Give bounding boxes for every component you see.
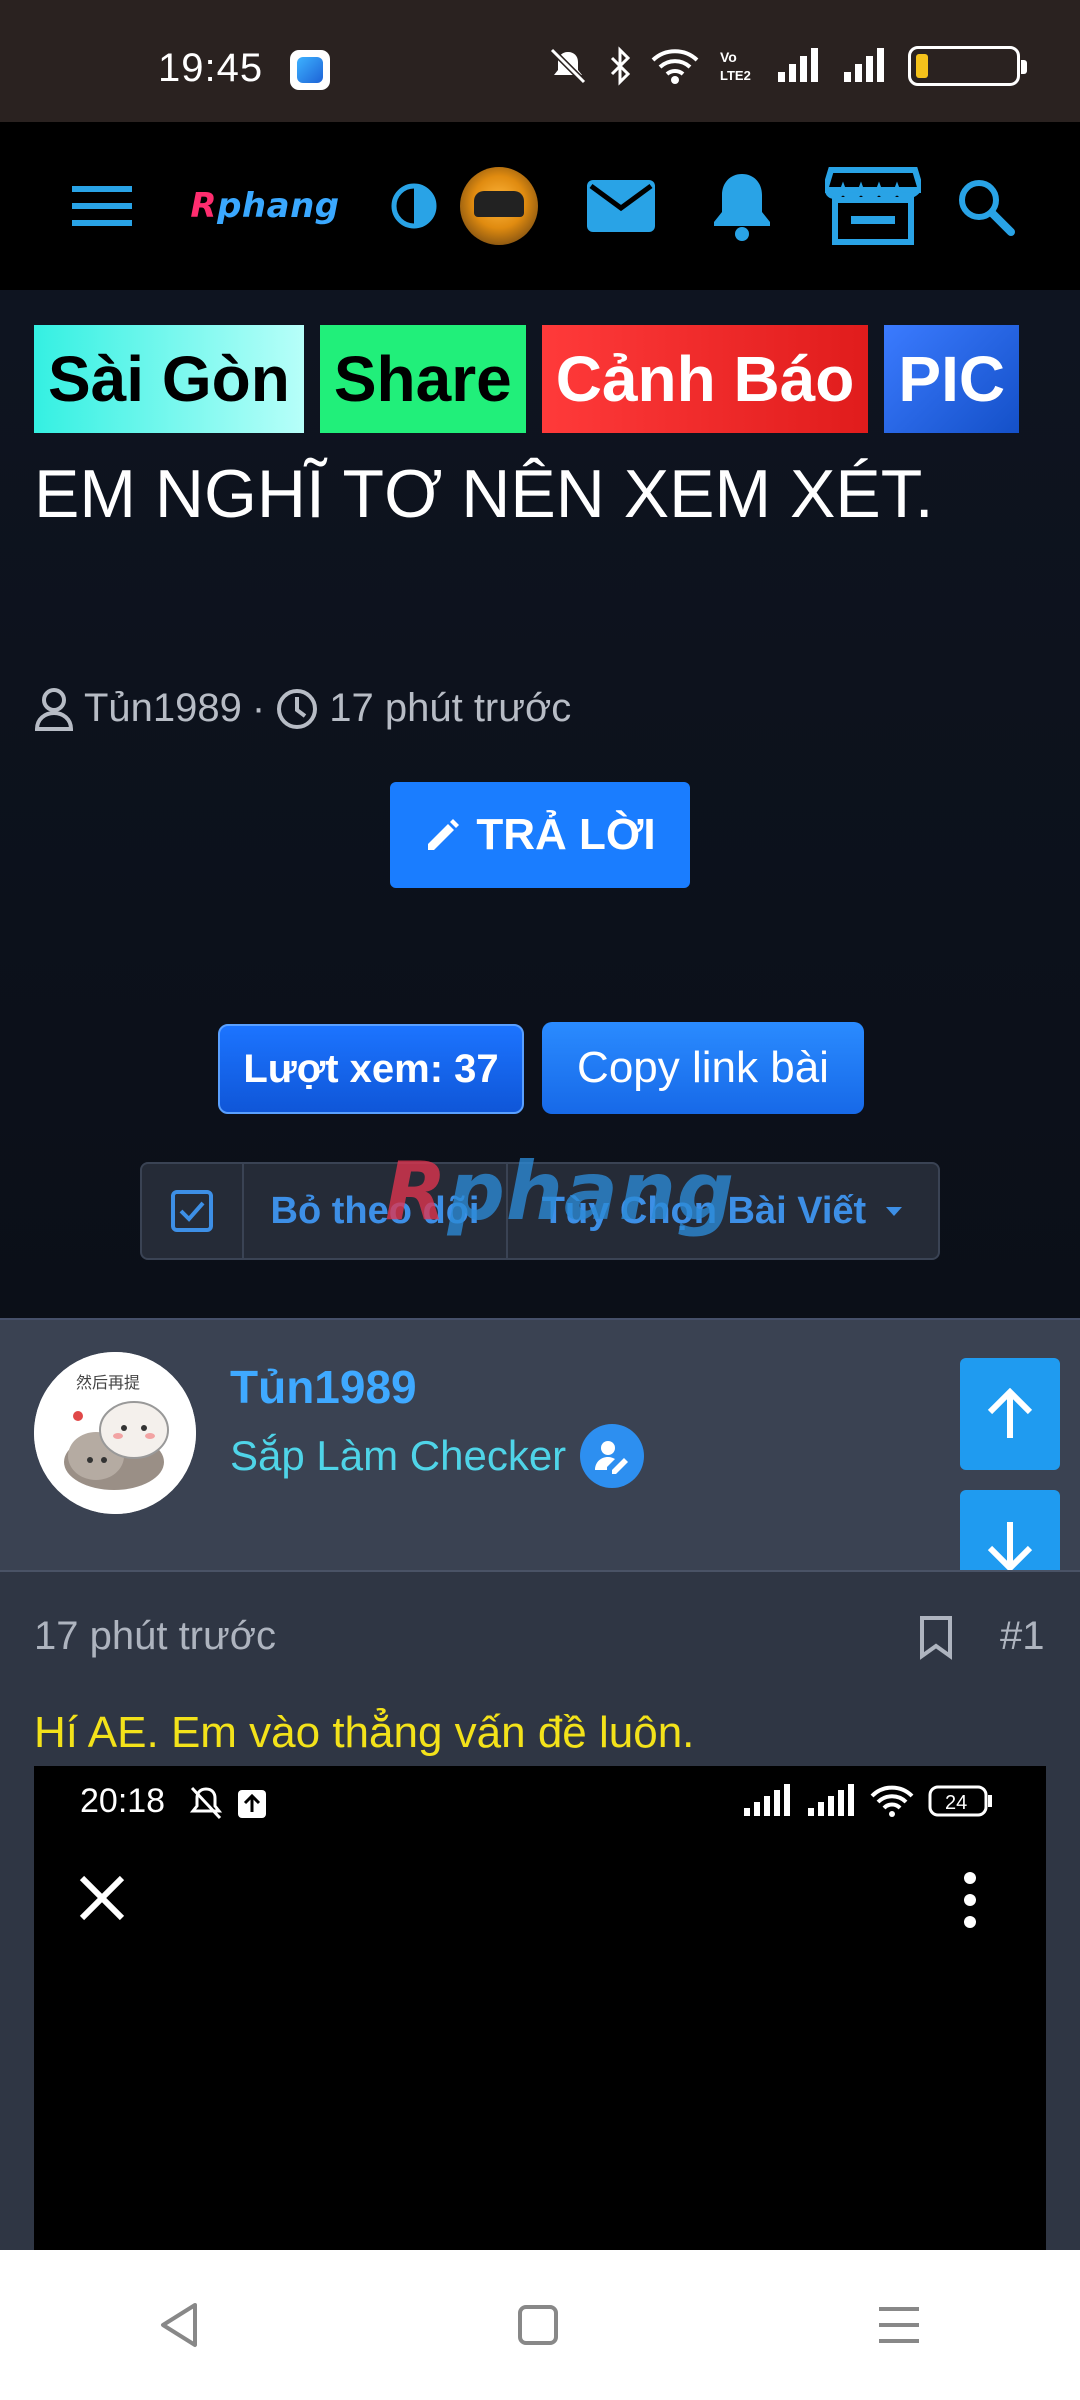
- embedded-status-icons: 24: [742, 1784, 994, 1818]
- bookmark-icon[interactable]: [916, 1614, 956, 1665]
- embedded-screenshot[interactable]: 20:18 24: [34, 1766, 1046, 2252]
- thread-time: 17 phút trước: [329, 686, 572, 730]
- author-name[interactable]: Tủn1989: [230, 1360, 417, 1414]
- author-role: Sắp Làm Checker: [230, 1424, 645, 1488]
- messages-icon[interactable]: [582, 122, 660, 290]
- notifications-icon[interactable]: [706, 122, 778, 290]
- thread-author[interactable]: Tủn1989: [84, 686, 242, 731]
- checkbox-icon: [171, 1190, 213, 1232]
- mute-vibrate-icon: [549, 47, 587, 85]
- views-badge: Lượt xem: 37: [218, 1024, 524, 1114]
- clock-icon: [277, 688, 318, 729]
- tag-share[interactable]: Share: [319, 325, 526, 434]
- embedded-battery-level: 24: [945, 1792, 967, 1814]
- thread-options-dropdown[interactable]: Tùy Chọn Bài Viết: [508, 1164, 938, 1258]
- close-icon: [79, 1875, 125, 1921]
- volte-icon: Vo LTE2: [720, 49, 751, 83]
- post: 17 phút trước #1 Hí AE. Em vào thẳng vấn…: [0, 1570, 1080, 2252]
- more-options-icon: [964, 1872, 976, 1928]
- thread-title-text: EM NGHĨ TƠ NÊN XEM XÉT.: [34, 456, 934, 532]
- caret-down-icon: [886, 1207, 903, 1216]
- embedded-upload-icon: [238, 1790, 266, 1818]
- post-time[interactable]: 17 phút trước: [34, 1614, 276, 1659]
- post-author-card: 然后再提 Tủn1989 Sắp Làm Checker: [0, 1318, 1080, 1570]
- thread-options-bar: Bỏ theo dõi Tùy Chọn Bài Viết: [140, 1162, 940, 1260]
- thread-title: Sài Gòn Share Cảnh Báo PIC EM NGHĨ TƠ NÊN XE…: [34, 314, 1044, 554]
- back-icon[interactable]: [157, 2301, 201, 2349]
- store-icon[interactable]: [822, 122, 924, 290]
- svg-text:然后再提: 然后再提: [76, 1373, 140, 1392]
- theme-toggle-icon[interactable]: [386, 122, 442, 290]
- embedded-status-time: 20:18: [80, 1782, 166, 1820]
- reply-label: TRẢ LỜI: [476, 810, 656, 859]
- search-icon[interactable]: [950, 122, 1020, 290]
- status-bar: 19:45 Vo LTE2: [0, 0, 1080, 122]
- select-checkbox[interactable]: [142, 1164, 244, 1258]
- signal-icon-1: [778, 48, 818, 82]
- thread-header: Sài Gòn Share Cảnh Báo PIC EM NGHĨ TƠ NÊN XE…: [0, 290, 1080, 1318]
- post-text: Hí AE. Em vào thẳng vấn đề luôn.: [34, 1708, 695, 1757]
- author-avatar[interactable]: 然后再提: [34, 1352, 196, 1514]
- pencil-icon: [428, 819, 460, 850]
- meta-separator: ·: [251, 686, 266, 730]
- menu-icon[interactable]: [62, 122, 142, 290]
- status-icons: Vo LTE2: [546, 46, 1027, 86]
- system-navigation-bar: [0, 2250, 1080, 2400]
- user-icon: [34, 687, 74, 731]
- scroll-up-button[interactable]: [960, 1358, 1060, 1470]
- recents-icon[interactable]: [875, 2303, 923, 2347]
- top-navigation: Rphang: [0, 122, 1080, 290]
- reply-button[interactable]: TRẢ LỜI: [390, 782, 690, 888]
- arrow-up-icon: [987, 1388, 1033, 1438]
- status-time: 19:45: [158, 46, 264, 90]
- copy-link-button[interactable]: Copy link bài: [542, 1022, 864, 1114]
- user-edit-icon: [580, 1424, 645, 1488]
- battery-icon: [908, 46, 1027, 86]
- tag-canh-bao[interactable]: Cảnh Báo: [541, 325, 869, 434]
- svg-text:LTE2: LTE2: [720, 68, 751, 83]
- post-number[interactable]: #1: [1000, 1614, 1045, 1659]
- signal-icon-2: [844, 48, 884, 82]
- tag-pic[interactable]: PIC: [884, 325, 1020, 434]
- bluetooth-icon: [610, 46, 631, 86]
- thread-meta: Tủn1989 · 17 phút trước: [34, 686, 571, 731]
- unfollow-button[interactable]: Bỏ theo dõi: [244, 1164, 508, 1258]
- home-icon[interactable]: [516, 2303, 560, 2347]
- app-notification-icon: [290, 50, 330, 90]
- tag-sai-gon[interactable]: Sài Gòn: [34, 325, 304, 434]
- site-logo[interactable]: Rphang: [180, 122, 350, 290]
- svg-text:Vo: Vo: [720, 49, 737, 65]
- embedded-muted-bell-icon: [189, 1786, 223, 1820]
- user-avatar[interactable]: [456, 122, 542, 290]
- wifi-icon: [651, 49, 699, 84]
- arrow-down-icon: [987, 1522, 1033, 1572]
